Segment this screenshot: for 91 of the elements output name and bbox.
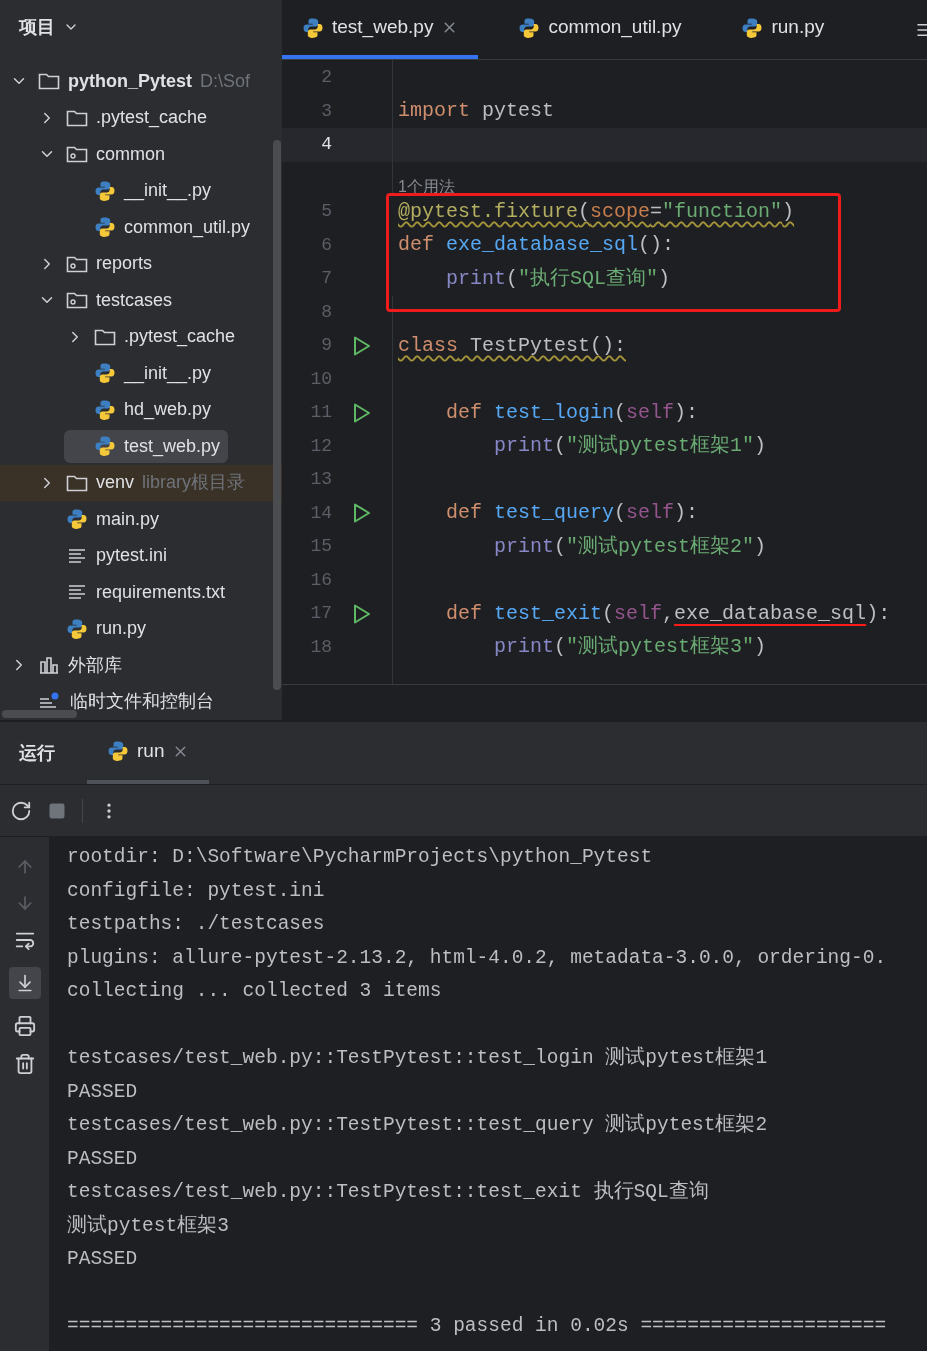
code-line: print("测试pytest框架1") bbox=[493, 433, 767, 460]
tree-item[interactable]: requirements.txt bbox=[36, 575, 234, 609]
run-icon[interactable] bbox=[352, 401, 372, 424]
console-line: configfile: pytest.ini bbox=[67, 878, 326, 904]
line-number: 7 bbox=[320, 267, 332, 291]
line-number: 18 bbox=[309, 635, 332, 659]
console-line: rootdir: D:\Software\PycharmProjects\python_Pytest bbox=[67, 845, 654, 871]
console-line: PASSED bbox=[67, 1079, 139, 1105]
console-line: PASSED bbox=[67, 1146, 139, 1172]
tree-item[interactable]: run.py bbox=[36, 612, 155, 646]
panel-title: 运行 bbox=[19, 741, 55, 765]
line-number: 4 bbox=[320, 133, 332, 157]
code-line: def test_login(self): bbox=[445, 399, 699, 426]
code-line: def test_query(self): bbox=[445, 500, 699, 527]
scroll-to-end-button[interactable] bbox=[8, 967, 41, 999]
python-icon bbox=[302, 16, 324, 39]
tree-item[interactable]: .pytest_cache bbox=[36, 101, 216, 135]
line-number: 14 bbox=[309, 501, 332, 525]
trash-icon[interactable] bbox=[13, 1053, 36, 1075]
python-icon bbox=[94, 216, 116, 239]
code-line: def exe_database_sql(): bbox=[398, 232, 675, 259]
line-number: 8 bbox=[320, 300, 332, 324]
python-icon bbox=[94, 435, 116, 458]
console-line: collecting ... collected 3 items bbox=[67, 979, 443, 1005]
console-line: testpaths: ./testcases bbox=[67, 912, 326, 938]
editor-tab[interactable]: run.py bbox=[721, 0, 845, 59]
tree-item[interactable]: python_Pytest D:\Sof bbox=[8, 64, 259, 98]
tree-item[interactable]: common_util.py bbox=[64, 210, 259, 244]
print-icon[interactable] bbox=[13, 1015, 36, 1037]
editor-tab[interactable]: common_util.py bbox=[498, 0, 702, 59]
line-number: 9 bbox=[320, 334, 332, 358]
python-icon bbox=[66, 617, 88, 640]
console-line: 测试pytest框架3 bbox=[67, 1213, 230, 1239]
python-icon bbox=[94, 398, 116, 421]
tree-item[interactable]: common bbox=[36, 137, 174, 171]
line-number: 16 bbox=[309, 568, 332, 592]
console-line: testcases/test_web.py::TestPytest::test_query 测试pytest框架2 bbox=[67, 1112, 769, 1139]
run-icon[interactable] bbox=[352, 334, 372, 357]
tree-item[interactable]: 外部库 bbox=[8, 648, 130, 682]
folder-icon bbox=[38, 71, 60, 92]
console-line: PASSED bbox=[67, 1247, 139, 1273]
line-number: 11 bbox=[309, 401, 332, 425]
python-icon bbox=[66, 508, 88, 531]
run-icon[interactable] bbox=[352, 602, 372, 625]
console-line: ============================== 3 passed in 0.02s ===================== bbox=[67, 1314, 888, 1340]
tree-item[interactable]: 临时文件和控制台 bbox=[8, 685, 222, 719]
tree-item[interactable]: main.py bbox=[36, 502, 168, 536]
package-folder-icon bbox=[66, 290, 88, 311]
console-line: testcases/test_web.py::TestPytest::test_login 测试pytest框架1 bbox=[67, 1045, 769, 1072]
library-icon bbox=[38, 655, 60, 676]
tree-item[interactable]: testcases bbox=[36, 283, 181, 317]
console-line: testcases/test_web.py::TestPytest::test_exit 执行SQL查询 bbox=[67, 1179, 710, 1206]
panel-title[interactable]: 项目 bbox=[19, 13, 55, 41]
tree-item[interactable]: .pytest_cache bbox=[64, 320, 244, 354]
tree-item[interactable]: hd_web.py bbox=[64, 393, 220, 427]
line-number: 5 bbox=[320, 200, 332, 224]
line-number: 6 bbox=[320, 233, 332, 257]
line-number: 13 bbox=[309, 468, 332, 492]
python-icon bbox=[94, 362, 116, 385]
stop-icon[interactable] bbox=[48, 801, 66, 820]
line-number: 10 bbox=[309, 367, 332, 391]
code-line: print("执行SQL查询") bbox=[445, 265, 671, 292]
code-line: import pytest bbox=[398, 98, 555, 125]
code-line: @pytest.fixture(scope="function") bbox=[398, 198, 795, 225]
scrollbar[interactable] bbox=[273, 140, 281, 690]
tree-item[interactable]: pytest.ini bbox=[36, 539, 176, 573]
tree-item[interactable]: reports bbox=[36, 247, 161, 281]
line-number: 3 bbox=[320, 99, 332, 123]
tree-item[interactable]: __init__.py bbox=[64, 356, 220, 390]
code-line: print("测试pytest框架3") bbox=[493, 634, 767, 661]
run-tab[interactable]: run bbox=[87, 722, 210, 784]
code-line: def test_exit(self,exe_database_sql): bbox=[445, 600, 891, 627]
run-icon[interactable] bbox=[352, 502, 372, 525]
tree-item[interactable]: test_web.py bbox=[64, 429, 229, 463]
line-number: 12 bbox=[309, 434, 332, 458]
code-line: class TestPytest(): bbox=[398, 332, 627, 359]
line-number: 15 bbox=[309, 535, 332, 559]
python-icon bbox=[741, 16, 764, 39]
rerun-icon[interactable] bbox=[10, 799, 32, 822]
line-number: 2 bbox=[320, 66, 332, 90]
path-hint: library根目录 bbox=[142, 471, 246, 495]
console-line: plugins: allure-pytest-2.13.2, html-4.0.2, metadata-3.0.0, ordering-0. bbox=[67, 945, 888, 971]
python-icon bbox=[518, 16, 541, 39]
scrollbar[interactable] bbox=[2, 710, 77, 718]
code-line: print("测试pytest框架2") bbox=[493, 533, 767, 560]
line-number: 17 bbox=[309, 602, 332, 626]
tree-item[interactable]: __init__.py bbox=[64, 174, 220, 208]
python-icon bbox=[107, 740, 129, 762]
path-hint: D:\Sof bbox=[200, 69, 251, 93]
python-icon bbox=[94, 179, 116, 202]
package-folder-icon bbox=[66, 144, 88, 165]
